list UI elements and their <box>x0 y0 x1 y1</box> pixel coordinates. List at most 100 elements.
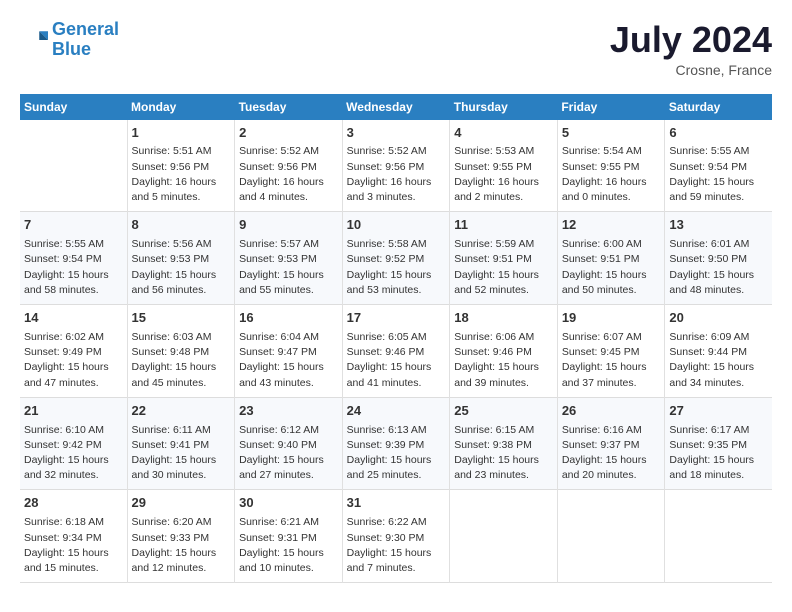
day-number: 19 <box>562 309 661 328</box>
calendar-cell: 2Sunrise: 5:52 AMSunset: 9:56 PMDaylight… <box>235 120 343 212</box>
calendar-cell: 6Sunrise: 5:55 AMSunset: 9:54 PMDaylight… <box>665 120 772 212</box>
cell-info: Sunrise: 6:04 AMSunset: 9:47 PMDaylight:… <box>239 330 338 391</box>
day-number: 16 <box>239 309 338 328</box>
day-number: 17 <box>347 309 446 328</box>
calendar-cell: 15 Sunrise: 6:03 AMSunset: 9:48 PMDayligh… <box>127 305 235 398</box>
cell-info: Sunrise: 6:16 AMSunset: 9:37 PMDaylight:… <box>562 423 661 484</box>
calendar-cell: 11 Sunrise: 5:59 AMSunset: 9:51 PMDayligh… <box>450 212 558 305</box>
cell-info: Sunrise: 6:07 AMSunset: 9:45 PMDaylight:… <box>562 330 661 391</box>
day-header-wednesday: Wednesday <box>342 94 450 120</box>
cell-info: Sunrise: 6:03 AMSunset: 9:48 PMDaylight:… <box>132 330 231 391</box>
day-number: 27 <box>669 402 768 421</box>
cell-info: Sunrise: 5:52 AMSunset: 9:56 PMDaylight:… <box>347 144 446 205</box>
day-number: 14 <box>24 309 123 328</box>
day-number: 3 <box>347 124 446 143</box>
cell-info: Sunrise: 5:56 AMSunset: 9:53 PMDaylight:… <box>132 237 231 298</box>
calendar-cell: 13 Sunrise: 6:01 AMSunset: 9:50 PMDayligh… <box>665 212 772 305</box>
day-header-monday: Monday <box>127 94 235 120</box>
day-number: 8 <box>132 216 231 235</box>
calendar-cell: 26 Sunrise: 6:16 AMSunset: 9:37 PMDayligh… <box>557 397 665 490</box>
day-number: 18 <box>454 309 553 328</box>
logo: General Blue <box>20 20 119 60</box>
day-number: 10 <box>347 216 446 235</box>
calendar-cell <box>557 490 665 583</box>
day-number: 21 <box>24 402 123 421</box>
cell-info: Sunrise: 5:51 AMSunset: 9:56 PMDaylight:… <box>132 144 231 205</box>
day-number: 31 <box>347 494 446 513</box>
calendar-cell: 9 Sunrise: 5:57 AMSunset: 9:53 PMDaylight… <box>235 212 343 305</box>
cell-info: Sunrise: 6:21 AMSunset: 9:31 PMDaylight:… <box>239 515 338 576</box>
calendar-cell: 18 Sunrise: 6:06 AMSunset: 9:46 PMDayligh… <box>450 305 558 398</box>
cell-info: Sunrise: 6:10 AMSunset: 9:42 PMDaylight:… <box>24 423 123 484</box>
cell-info: Sunrise: 6:17 AMSunset: 9:35 PMDaylight:… <box>669 423 768 484</box>
calendar-cell: 12 Sunrise: 6:00 AMSunset: 9:51 PMDayligh… <box>557 212 665 305</box>
calendar-cell: 3Sunrise: 5:52 AMSunset: 9:56 PMDaylight… <box>342 120 450 212</box>
calendar-cell: 25 Sunrise: 6:15 AMSunset: 9:38 PMDayligh… <box>450 397 558 490</box>
day-number: 12 <box>562 216 661 235</box>
calendar-cell: 20Sunrise: 6:09 AMSunset: 9:44 PMDayligh… <box>665 305 772 398</box>
cell-info: Sunrise: 5:53 AMSunset: 9:55 PMDaylight:… <box>454 144 553 205</box>
logo-line1: General <box>52 19 119 39</box>
title-block: July 2024 Crosne, France <box>610 20 772 78</box>
cell-info: Sunrise: 5:55 AMSunset: 9:54 PMDaylight:… <box>24 237 123 298</box>
logo-icon <box>20 26 48 54</box>
calendar-cell: 16 Sunrise: 6:04 AMSunset: 9:47 PMDayligh… <box>235 305 343 398</box>
day-header-sunday: Sunday <box>20 94 127 120</box>
calendar-cell: 30 Sunrise: 6:21 AMSunset: 9:31 PMDayligh… <box>235 490 343 583</box>
cell-info: Sunrise: 6:22 AMSunset: 9:30 PMDaylight:… <box>347 515 446 576</box>
day-number: 25 <box>454 402 553 421</box>
cell-info: Sunrise: 6:01 AMSunset: 9:50 PMDaylight:… <box>669 237 768 298</box>
calendar-cell <box>665 490 772 583</box>
day-header-thursday: Thursday <box>450 94 558 120</box>
calendar-cell: 7 Sunrise: 5:55 AMSunset: 9:54 PMDaylight… <box>20 212 127 305</box>
cell-info: Sunrise: 6:00 AMSunset: 9:51 PMDaylight:… <box>562 237 661 298</box>
cell-info: Sunrise: 6:12 AMSunset: 9:40 PMDaylight:… <box>239 423 338 484</box>
cell-info: Sunrise: 6:11 AMSunset: 9:41 PMDaylight:… <box>132 423 231 484</box>
calendar-cell <box>20 120 127 212</box>
calendar-table: SundayMondayTuesdayWednesdayThursdayFrid… <box>20 94 772 584</box>
calendar-cell: 28Sunrise: 6:18 AMSunset: 9:34 PMDayligh… <box>20 490 127 583</box>
day-number: 30 <box>239 494 338 513</box>
day-number: 7 <box>24 216 123 235</box>
day-number: 9 <box>239 216 338 235</box>
calendar-cell: 17Sunrise: 6:05 AMSunset: 9:46 PMDayligh… <box>342 305 450 398</box>
day-number: 11 <box>454 216 553 235</box>
day-number: 23 <box>239 402 338 421</box>
month-year: July 2024 <box>610 20 772 60</box>
calendar-cell: 8 Sunrise: 5:56 AMSunset: 9:53 PMDaylight… <box>127 212 235 305</box>
cell-info: Sunrise: 5:54 AMSunset: 9:55 PMDaylight:… <box>562 144 661 205</box>
cell-info: Sunrise: 5:52 AMSunset: 9:56 PMDaylight:… <box>239 144 338 205</box>
cell-info: Sunrise: 6:15 AMSunset: 9:38 PMDaylight:… <box>454 423 553 484</box>
day-header-friday: Friday <box>557 94 665 120</box>
calendar-cell: 27 Sunrise: 6:17 AMSunset: 9:35 PMDayligh… <box>665 397 772 490</box>
cell-info: Sunrise: 6:06 AMSunset: 9:46 PMDaylight:… <box>454 330 553 391</box>
calendar-cell: 14 Sunrise: 6:02 AMSunset: 9:49 PMDayligh… <box>20 305 127 398</box>
location: Crosne, France <box>610 62 772 78</box>
logo-line2: Blue <box>52 39 91 59</box>
calendar-cell: 1Sunrise: 5:51 AMSunset: 9:56 PMDaylight… <box>127 120 235 212</box>
day-number: 29 <box>132 494 231 513</box>
calendar-cell: 5Sunrise: 5:54 AMSunset: 9:55 PMDaylight… <box>557 120 665 212</box>
day-number: 6 <box>669 124 768 143</box>
page-header: General Blue July 2024 Crosne, France <box>20 20 772 78</box>
calendar-cell: 31 Sunrise: 6:22 AMSunset: 9:30 PMDayligh… <box>342 490 450 583</box>
cell-info: Sunrise: 6:20 AMSunset: 9:33 PMDaylight:… <box>132 515 231 576</box>
calendar-cell: 19 Sunrise: 6:07 AMSunset: 9:45 PMDayligh… <box>557 305 665 398</box>
calendar-cell: 29 Sunrise: 6:20 AMSunset: 9:33 PMDayligh… <box>127 490 235 583</box>
cell-info: Sunrise: 6:02 AMSunset: 9:49 PMDaylight:… <box>24 330 123 391</box>
day-number: 15 <box>132 309 231 328</box>
calendar-cell: 4Sunrise: 5:53 AMSunset: 9:55 PMDaylight… <box>450 120 558 212</box>
calendar-cell: 24Sunrise: 6:13 AMSunset: 9:39 PMDayligh… <box>342 397 450 490</box>
day-number: 26 <box>562 402 661 421</box>
cell-info: Sunrise: 5:59 AMSunset: 9:51 PMDaylight:… <box>454 237 553 298</box>
day-number: 1 <box>132 124 231 143</box>
cell-info: Sunrise: 6:13 AMSunset: 9:39 PMDaylight:… <box>347 423 446 484</box>
cell-info: Sunrise: 5:57 AMSunset: 9:53 PMDaylight:… <box>239 237 338 298</box>
cell-info: Sunrise: 6:09 AMSunset: 9:44 PMDaylight:… <box>669 330 768 391</box>
day-header-saturday: Saturday <box>665 94 772 120</box>
logo-text: General Blue <box>52 20 119 60</box>
cell-info: Sunrise: 5:58 AMSunset: 9:52 PMDaylight:… <box>347 237 446 298</box>
calendar-cell: 10 Sunrise: 5:58 AMSunset: 9:52 PMDayligh… <box>342 212 450 305</box>
day-number: 13 <box>669 216 768 235</box>
day-header-tuesday: Tuesday <box>235 94 343 120</box>
